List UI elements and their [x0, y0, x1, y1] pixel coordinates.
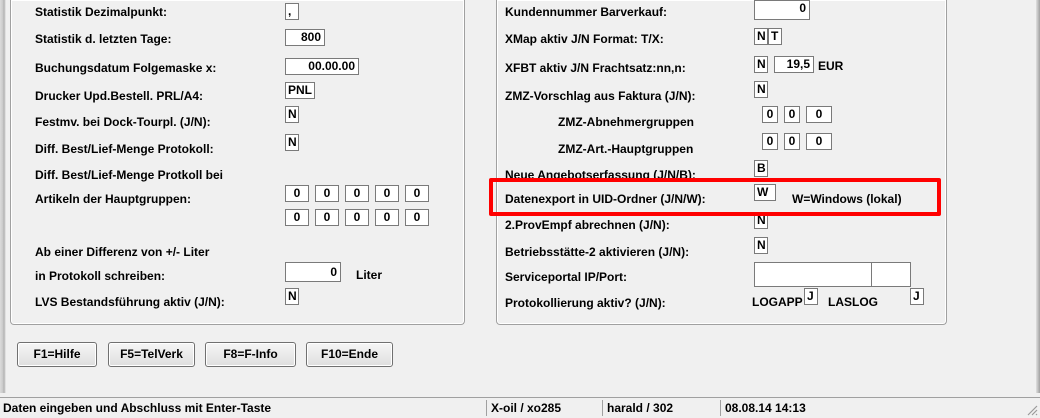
- field-zmz-hauptgruppe-1[interactable]: 0: [762, 133, 778, 150]
- label-logapp: LOGAPP: [752, 295, 803, 309]
- window-left-border: [0, 0, 6, 393]
- label-differenz-liter: Ab einer Differenz von +/- Liter: [35, 245, 210, 259]
- label-zmz-art-hauptgruppen: ZMZ-Art.-Hauptgruppen: [558, 142, 694, 156]
- field-hauptgruppe-1-2[interactable]: 0: [315, 185, 339, 202]
- field-protokoll-liter[interactable]: 0: [285, 262, 341, 282]
- field-laslog[interactable]: J: [910, 288, 924, 305]
- field-xfbt-aktiv[interactable]: N: [754, 56, 768, 73]
- field-hauptgruppe-2-2[interactable]: 0: [315, 209, 339, 226]
- field-xmap-format[interactable]: T: [768, 28, 782, 45]
- field-serviceportal-ip[interactable]: [754, 262, 872, 287]
- field-hauptgruppe-2-1[interactable]: 0: [285, 209, 309, 226]
- label-diff-best-lief-protokoll: Diff. Best/Lief-Menge Protokoll:: [35, 142, 214, 156]
- field-kundennummer-barverkauf[interactable]: 0: [754, 0, 810, 20]
- label-statistik-dezimalpunkt: Statistik Dezimalpunkt:: [35, 5, 168, 19]
- field-hauptgruppe-1-3[interactable]: 0: [345, 185, 369, 202]
- label-betriebsstaette-2: Betriebsstätte-2 aktivieren (J/N):: [505, 245, 690, 259]
- field-zmz-hauptgruppe-2[interactable]: 0: [784, 133, 800, 150]
- field-statistik-tage[interactable]: 800: [285, 29, 325, 46]
- label-liter-unit: Liter: [356, 268, 383, 282]
- field-zmz-hauptgruppe-3[interactable]: 0: [806, 133, 832, 150]
- label-zmz-vorschlag: ZMZ-Vorschlag aus Faktura (J/N):: [505, 89, 696, 103]
- field-xfbt-frachtsatz[interactable]: 19,5: [774, 56, 814, 73]
- field-statistik-dezimalpunkt[interactable]: ,: [285, 3, 299, 20]
- status-system: X-oil / xo285: [486, 400, 561, 416]
- field-logapp[interactable]: J: [804, 288, 818, 305]
- finfo-button[interactable]: F8=F-Info: [205, 342, 296, 367]
- application-window: Statistik Dezimalpunkt: , Statistik d. l…: [0, 0, 1040, 418]
- label-xmap-aktiv: XMap aktiv J/N Format: T/X:: [505, 32, 664, 46]
- label-artikeln-hauptgruppen: Artikeln der Hauptgruppen:: [35, 192, 192, 206]
- label-lvs-bestandsfuehrung: LVS Bestandsführung aktiv (J/N):: [35, 295, 225, 309]
- field-xmap-aktiv[interactable]: N: [754, 28, 768, 45]
- field-serviceportal-port[interactable]: [871, 262, 911, 287]
- label-eur-unit: EUR: [818, 59, 844, 73]
- telverk-button[interactable]: F5=TelVerk: [108, 342, 195, 367]
- field-neue-angebotserfassung[interactable]: B: [754, 160, 768, 177]
- help-button[interactable]: F1=Hilfe: [17, 342, 97, 367]
- field-hauptgruppe-2-3[interactable]: 0: [345, 209, 369, 226]
- label-buchungsdatum: Buchungsdatum Folgemaske x:: [35, 61, 217, 75]
- label-drucker-upd-bestell: Drucker Upd.Bestell. PRL/A4:: [35, 89, 204, 103]
- resize-grip-icon[interactable]: [1026, 404, 1038, 416]
- label-kundennummer-barverkauf: Kundennummer Barverkauf:: [505, 5, 668, 19]
- label-xfbt-aktiv: XFBT aktiv J/N Frachtsatz:nn,n:: [505, 61, 686, 75]
- label-festmv-dock-tourpl: Festmv. bei Dock-Tourpl. (J/N):: [35, 115, 211, 129]
- label-diff-best-lief-bei: Diff. Best/Lief-Menge Protkoll bei: [35, 168, 224, 182]
- field-betriebsstaette-2[interactable]: N: [754, 237, 768, 254]
- field-festmv-dock-tourpl[interactable]: N: [285, 106, 299, 123]
- status-user: harald / 302: [602, 400, 673, 416]
- label-statistik-tage: Statistik d. letzten Tage:: [35, 32, 172, 46]
- field-drucker-upd-bestell[interactable]: PNL: [285, 82, 315, 99]
- field-zmz-abnehmergruppe-3[interactable]: 0: [806, 106, 832, 123]
- label-protokollierung: Protokollierung aktiv? (J/N):: [505, 296, 666, 310]
- field-lvs-bestandsfuehrung[interactable]: N: [285, 288, 299, 305]
- end-button[interactable]: F10=Ende: [306, 342, 393, 367]
- field-zmz-vorschlag[interactable]: N: [754, 81, 768, 98]
- label-zmz-abnehmergruppen: ZMZ-Abnehmergruppen: [558, 115, 694, 129]
- label-protokoll-schreiben: in Protokoll schreiben:: [35, 269, 166, 283]
- field-zmz-abnehmergruppe-2[interactable]: 0: [784, 106, 800, 123]
- field-buchungsdatum[interactable]: 00.00.00: [285, 58, 359, 75]
- field-zmz-abnehmergruppe-1[interactable]: 0: [762, 106, 778, 123]
- label-provempf-abrechnen: 2.ProvEmpf abrechnen (J/N):: [505, 218, 670, 232]
- status-datetime: 08.08.14 14:13: [720, 400, 806, 416]
- label-serviceportal: Serviceportal IP/Port:: [505, 270, 628, 284]
- status-message: Daten eingeben und Abschluss mit Enter-T…: [3, 401, 272, 415]
- window-right-border: [1036, 0, 1040, 393]
- status-bar: Daten eingeben und Abschluss mit Enter-T…: [0, 397, 1040, 418]
- label-laslog: LASLOG: [828, 295, 878, 309]
- field-hauptgruppe-2-5[interactable]: 0: [405, 209, 429, 226]
- field-hauptgruppe-2-4[interactable]: 0: [375, 209, 399, 226]
- field-hauptgruppe-1-1[interactable]: 0: [285, 185, 309, 202]
- field-hauptgruppe-1-4[interactable]: 0: [375, 185, 399, 202]
- field-diff-best-lief-protokoll[interactable]: N: [285, 134, 299, 151]
- field-hauptgruppe-1-5[interactable]: 0: [405, 185, 429, 202]
- highlight-box-datenexport: [489, 178, 941, 216]
